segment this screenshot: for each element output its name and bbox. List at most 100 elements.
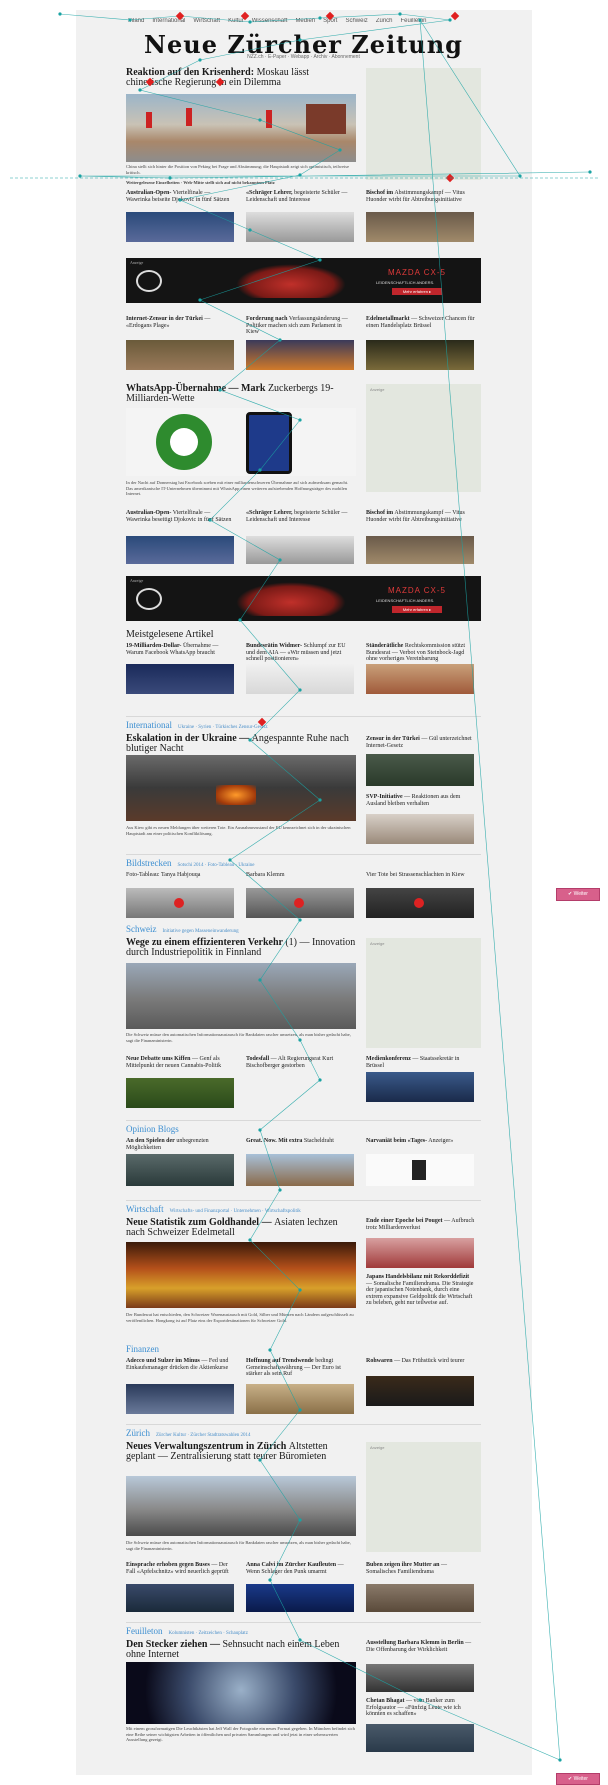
teaser-image[interactable] [246, 536, 354, 564]
scroll-float-button[interactable]: ✔ Weiter [556, 1773, 600, 1785]
teaser-image[interactable] [126, 340, 234, 370]
section-title-finanzen[interactable]: Finanzen [126, 1344, 159, 1354]
lead-related[interactable]: Weitergelesene Einzelheiten · Web-Mitte … [126, 180, 356, 186]
teaser-headline[interactable]: Forderung nach Verfassungsänderung — Pol… [246, 316, 356, 336]
mostread-item[interactable]: Ständerätliche Rechtskommission stützt B… [366, 643, 476, 663]
topnav-item[interactable]: Medien [295, 18, 315, 24]
zuerich-headline[interactable]: Neues Verwaltungszentrum in Zürich Altst… [126, 1442, 356, 1462]
gallery-image[interactable] [366, 888, 474, 918]
blog-image[interactable] [366, 1154, 474, 1186]
topnav-item[interactable]: Zürich [376, 18, 393, 24]
topnav-item[interactable]: Wissenschaft [252, 18, 288, 24]
gallery-title[interactable]: Foto-Tableau: Tanya Habjouqa [126, 872, 236, 879]
side-image[interactable] [366, 754, 474, 786]
teaser-headline[interactable]: Australian-Open- Viertelfinale — Wawrink… [126, 190, 236, 203]
wirtschaft-image[interactable] [126, 1242, 356, 1308]
teaser-headline[interactable]: Neue Debatte ums Kiffen — Genf als Mitte… [126, 1056, 236, 1069]
teaser-headline[interactable]: Hoffnung auf Trendwende bedingt Gemeinsc… [246, 1358, 356, 1378]
teaser-image[interactable] [246, 1584, 354, 1612]
mostread-item[interactable]: Bundesrätin Widmer- Schlumpf zur EU und … [246, 643, 356, 663]
teaser-headline[interactable]: «Schräger Lehrer, begeisterte Schüler — … [246, 190, 356, 203]
teaser-headline[interactable]: Australian-Open- Viertelfinale — Wawrink… [126, 510, 236, 523]
ad-cta-button[interactable]: Mehr erfahren ▸ [392, 288, 442, 295]
mostread-image[interactable] [126, 664, 234, 694]
lead-headline[interactable]: Reaktion auf den Krisenherd: Moskau läss… [126, 68, 356, 88]
topnav-item[interactable]: International [152, 18, 185, 24]
gallery-title[interactable]: Vier Tote bei Strassenschlachten in Kiew [366, 872, 476, 879]
teaser-headline[interactable]: Einsprache erhoben gegen Buses — Der Fal… [126, 1562, 236, 1575]
topnav-item[interactable]: Wirtschaft [193, 18, 220, 24]
teaser-image[interactable] [126, 1584, 234, 1612]
topnav-item[interactable]: Sport [323, 18, 337, 24]
lead-image[interactable] [126, 94, 356, 162]
blog-title[interactable]: Great. Now. Mit extra Stacheldraht [246, 1138, 356, 1145]
teaser-image[interactable] [246, 340, 354, 370]
feuilleton-headline[interactable]: Den Stecker ziehen — Sehnsucht nach eine… [126, 1640, 356, 1660]
side-image[interactable] [366, 1724, 474, 1752]
masthead-subnav[interactable]: NZZ.ch · E-Paper · Webapp · Archiv · Abo… [126, 54, 481, 60]
feuilleton-image[interactable] [126, 1662, 356, 1724]
teaser-image[interactable] [126, 212, 234, 242]
teaser-headline[interactable]: Buben zeigen ihre Mutter an — Somalische… [366, 1562, 476, 1575]
side-image[interactable] [366, 1238, 474, 1268]
blog-image[interactable] [246, 1154, 354, 1186]
side-teaser[interactable]: Japans Handelsbilanz mit Rekorddefizit —… [366, 1274, 476, 1307]
schweiz-headline[interactable]: Wege zu einem effizienteren Verkehr (1) … [126, 938, 356, 958]
side-image[interactable] [366, 814, 474, 844]
teaser-image[interactable] [126, 1384, 234, 1414]
section-title-wirtschaft[interactable]: Wirtschaft Wirtschafts- und Finanzportal … [126, 1204, 301, 1214]
teaser-headline[interactable]: Bischof im Abstimmungskampf — Vitus Huon… [366, 510, 476, 523]
teaser-headline[interactable]: Bischof im Abstimmungskampf — Vitus Huon… [366, 190, 476, 203]
wirtschaft-headline[interactable]: Neue Statistik zum Goldhandel — Asiaten … [126, 1218, 356, 1238]
section-title-zuerich[interactable]: Zürich Zürcher Kultur · Zürcher Stadtrats… [126, 1428, 251, 1438]
teaser-image[interactable] [366, 340, 474, 370]
international-image[interactable] [126, 755, 356, 821]
section-title-schweiz[interactable]: Schweiz Initiative gegen Masseneinwanderu… [126, 924, 239, 934]
blog-image[interactable] [126, 1154, 234, 1186]
side-teaser[interactable]: Ende einer Epoche bei Pouget — Aufbruch … [366, 1218, 476, 1231]
teaser-image[interactable] [366, 536, 474, 564]
section-title-feuilleton[interactable]: Feuilleton Kolumnisten · Zeitzeichen · Sc… [126, 1626, 248, 1636]
gallery-image[interactable] [126, 888, 234, 918]
teaser-headline[interactable]: Rohwaren — Das Frühstück wird teurer [366, 1358, 476, 1365]
topnav-item[interactable]: Feuilleton [400, 18, 426, 24]
mostread-image[interactable] [246, 664, 354, 694]
gallery-title[interactable]: Barbara Klemm [246, 872, 356, 879]
teaser-headline[interactable]: «Schräger Lehrer, begeisterte Schüler — … [246, 510, 356, 523]
teaser-image[interactable] [366, 1376, 474, 1406]
ad-banner[interactable]: Anzeige MAZDA CX-5 LEIDENSCHAFTLICH ANDE… [126, 258, 481, 303]
side-teaser[interactable]: SVP-Initiative — Reaktionen aus dem Ausl… [366, 794, 476, 807]
section-title-bildstrecken[interactable]: Bildstrecken Sotschi 2014 · Foto-Tableau … [126, 858, 255, 868]
teaser-headline[interactable]: Todesfall — Alt Regierungsrat Kurt Bisch… [246, 1056, 356, 1069]
blog-title[interactable]: An den Spielen der unbegrenzten Möglichk… [126, 1138, 236, 1151]
topnav-item[interactable]: Inland [128, 18, 144, 24]
side-teaser[interactable]: Zensur in der Türkei — Gül unterzeichnet… [366, 736, 476, 749]
teaser-image[interactable] [366, 1072, 474, 1102]
teaser-headline[interactable]: Anna Calvi im Zürcher Kaufleuten — Wenn … [246, 1562, 356, 1575]
teaser-headline[interactable]: Edelmetallmarkt — Schweizer Chancen für … [366, 316, 476, 329]
topnav-item[interactable]: Kultur [228, 18, 244, 24]
topnav-item[interactable]: Schweiz [345, 18, 367, 24]
side-teaser[interactable]: Chetan Bhagat — vom Banker zum Erfolgsau… [366, 1698, 476, 1718]
blog-title[interactable]: Narvaniät beim «Tages- Anzeiger» [366, 1138, 476, 1145]
scroll-float-button[interactable]: ✔ Weiter [556, 888, 600, 901]
teaser-headline[interactable]: Medienkonferenz — Staatssekretär in Brüs… [366, 1056, 476, 1069]
gallery-image[interactable] [246, 888, 354, 918]
ad-cta-button[interactable]: Mehr erfahren ▸ [392, 606, 442, 613]
zuerich-image[interactable] [126, 1476, 356, 1536]
ad-banner[interactable]: Anzeige MAZDA CX-5 LEIDENSCHAFTLICH ANDE… [126, 576, 481, 621]
section-title-blogs[interactable]: Opinion Blogs [126, 1124, 179, 1134]
teaser-image[interactable] [246, 1384, 354, 1414]
teaser-image[interactable] [246, 212, 354, 242]
teaser-headline[interactable]: Adecco und Sulzer im Minus — Fed und Ein… [126, 1358, 236, 1371]
mostread-item[interactable]: 19-Milliarden-Dollar- Übernahme — Warum … [126, 643, 236, 656]
international-headline[interactable]: Eskalation in der Ukraine — Angespannte … [126, 734, 356, 754]
side-image[interactable] [366, 1664, 474, 1692]
teaser-image[interactable] [366, 212, 474, 242]
teaser-headline[interactable]: Internet-Zensur in der Türkei — «Erdogan… [126, 316, 236, 329]
teaser-image[interactable] [126, 536, 234, 564]
whatsapp-image[interactable] [126, 408, 356, 476]
section-title-international[interactable]: International Ukraine · Syrien · Türkisch… [126, 720, 268, 730]
mostread-image[interactable] [366, 664, 474, 694]
teaser-image[interactable] [366, 1584, 474, 1612]
